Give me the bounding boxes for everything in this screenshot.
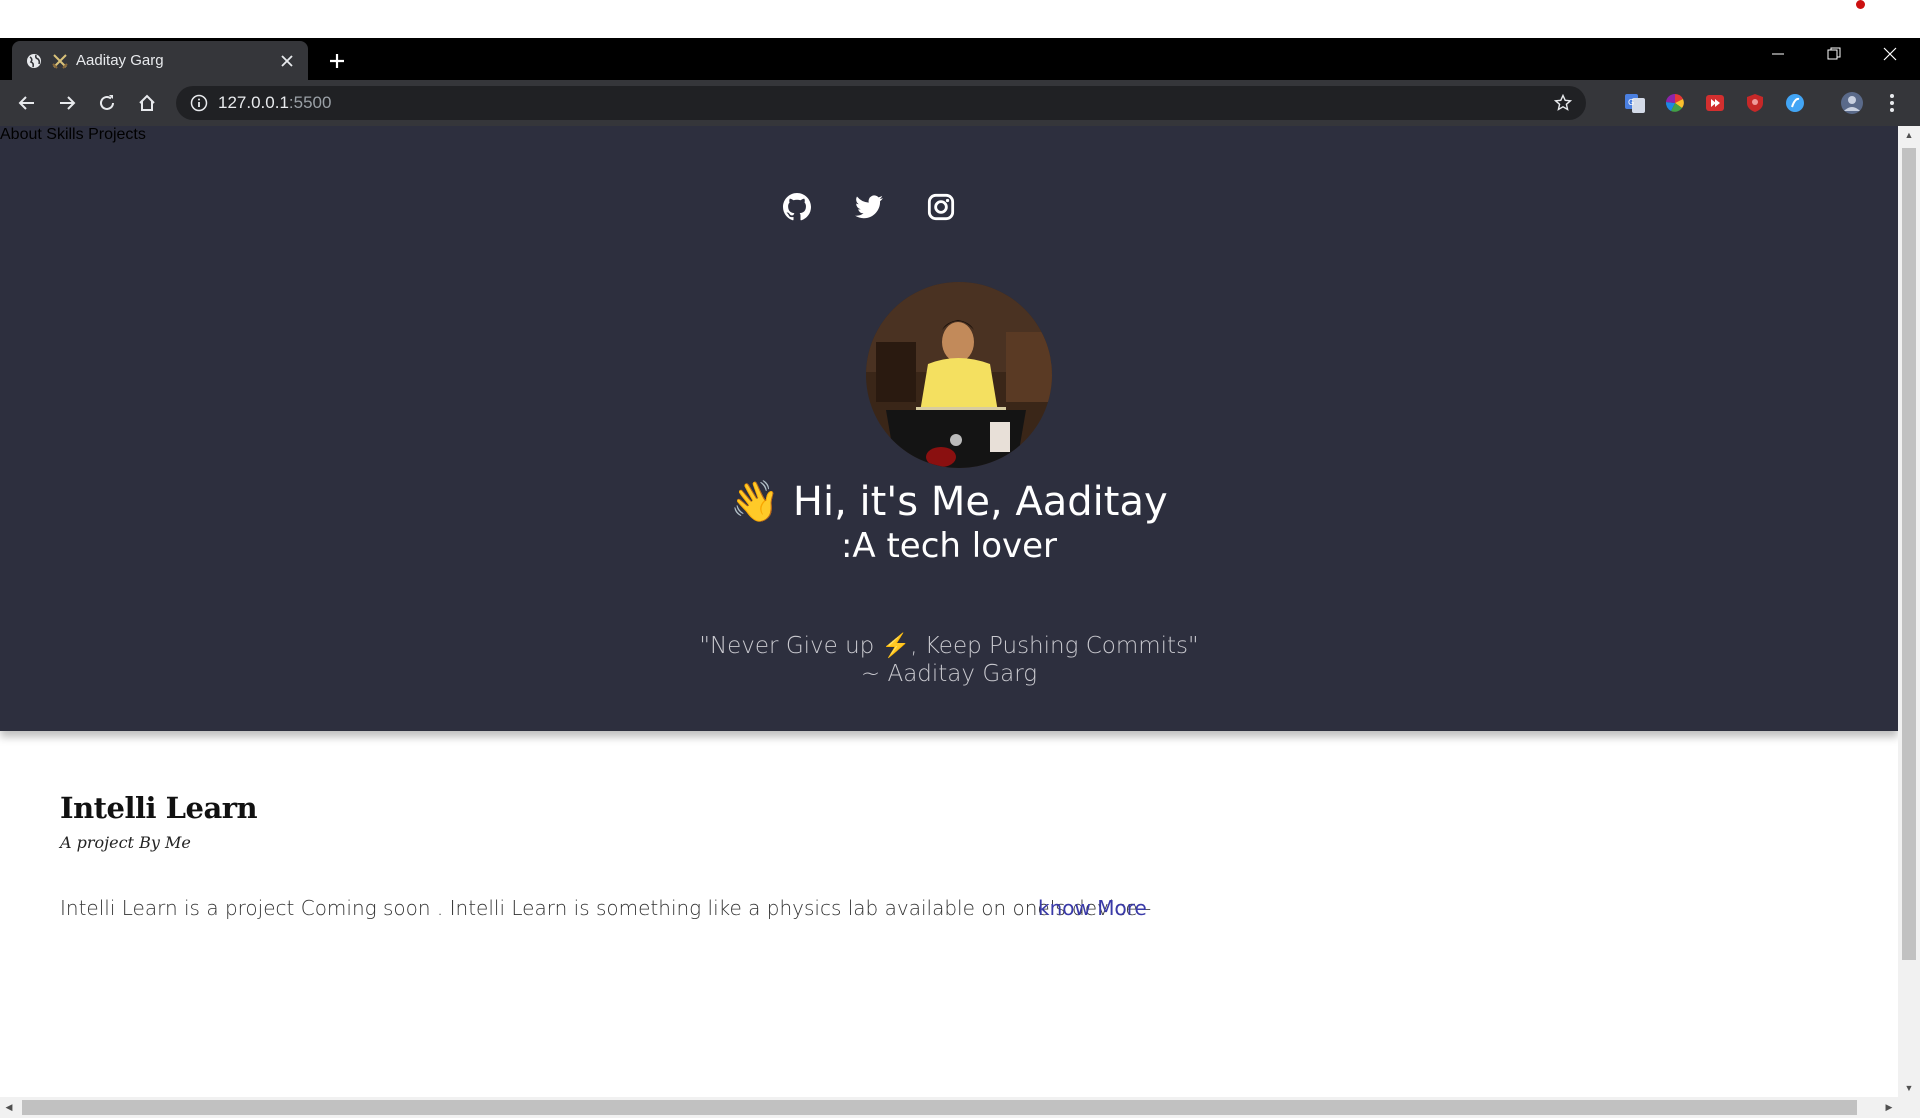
- url-host: 127.0.0.1: [218, 93, 289, 112]
- know-more-link[interactable]: know More: [1038, 896, 1147, 920]
- horizontal-scroll-thumb[interactable]: [22, 1100, 1857, 1115]
- project-description: Intelli Learn is a project Coming soon .…: [60, 896, 1152, 920]
- new-tab-button[interactable]: [324, 48, 350, 74]
- instagram-icon[interactable]: [926, 192, 956, 222]
- lightning-emoji-icon: ⚡: [881, 633, 911, 659]
- address-bar[interactable]: 127.0.0.1:5500: [176, 86, 1586, 120]
- red-play-extension-icon[interactable]: [1703, 91, 1727, 115]
- restore-button[interactable]: [1806, 38, 1862, 70]
- github-icon[interactable]: [782, 192, 812, 222]
- tab-bar: Aaditay Garg: [0, 38, 1920, 80]
- scroll-right-arrow-icon[interactable]: ▶: [1880, 1097, 1898, 1118]
- quote-text: "Never Give up ⚡, Keep Pushing Commits": [0, 632, 1898, 659]
- avatar: [866, 282, 1052, 468]
- quote-end: , Keep Pushing Commits": [910, 633, 1199, 659]
- home-icon: [139, 94, 155, 111]
- main-nav: About Skills Projects: [0, 126, 1898, 144]
- nav-skills[interactable]: Skills: [46, 126, 83, 143]
- forward-button[interactable]: [53, 89, 81, 117]
- profile-avatar-icon[interactable]: [1840, 91, 1864, 115]
- translate-extension-icon[interactable]: G: [1623, 91, 1647, 115]
- close-icon[interactable]: [278, 52, 296, 70]
- forward-arrow-icon: [60, 96, 76, 110]
- recording-dot: [1856, 0, 1865, 9]
- hero-section: About Skills Projects 👋 Hi, it's Me, Aad…: [0, 126, 1898, 731]
- home-button[interactable]: [133, 89, 161, 117]
- nav-about[interactable]: About: [0, 126, 42, 143]
- page-viewport: About Skills Projects 👋 Hi, it's Me, Aad…: [0, 126, 1898, 1097]
- back-arrow-icon: [18, 96, 34, 110]
- info-icon[interactable]: [190, 94, 208, 112]
- reload-button[interactable]: [93, 89, 121, 117]
- twitter-icon[interactable]: [854, 192, 884, 222]
- minimize-button[interactable]: [1750, 38, 1806, 70]
- shield-extension-icon[interactable]: [1743, 91, 1767, 115]
- scroll-left-arrow-icon[interactable]: ◀: [0, 1097, 18, 1118]
- horizontal-scrollbar[interactable]: ◀ ▶: [0, 1097, 1920, 1118]
- url-text: 127.0.0.1:5500: [218, 93, 331, 113]
- greeting-text: Hi, it's Me, Aaditay: [792, 479, 1168, 525]
- screen-top-strip: [0, 0, 1920, 38]
- browser-tab[interactable]: Aaditay Garg: [12, 41, 308, 80]
- back-button[interactable]: [13, 89, 41, 117]
- hero-greeting: 👋 Hi, it's Me, Aaditay: [0, 478, 1898, 525]
- crossed-swords-icon: [52, 53, 68, 69]
- tab-title: Aaditay Garg: [76, 52, 164, 69]
- svg-text:G: G: [1628, 98, 1634, 107]
- window-close-icon: [1883, 47, 1897, 61]
- quote-start: "Never Give up: [699, 633, 875, 659]
- menu-dots-icon[interactable]: [1880, 91, 1904, 115]
- vertical-scroll-thumb[interactable]: [1902, 148, 1916, 960]
- globe-icon: [26, 53, 42, 69]
- scroll-up-arrow-icon[interactable]: ▲: [1898, 126, 1920, 144]
- vertical-scrollbar[interactable]: ▲ ▼: [1898, 126, 1920, 1097]
- browser-toolbar: 127.0.0.1:5500 G: [0, 80, 1920, 126]
- scroll-down-arrow-icon[interactable]: ▼: [1898, 1079, 1920, 1097]
- blue-circle-extension-icon[interactable]: [1783, 91, 1807, 115]
- restore-icon: [1827, 47, 1841, 60]
- project-title: Intelli Learn: [60, 791, 258, 825]
- reload-icon: [100, 95, 114, 110]
- quote-author: ~ Aaditay Garg: [860, 661, 1038, 687]
- nav-projects[interactable]: Projects: [88, 126, 146, 143]
- project-subtitle: A project By Me: [60, 833, 191, 852]
- star-icon[interactable]: [1554, 94, 1572, 112]
- wave-emoji-icon: 👋: [730, 479, 781, 525]
- hero-tagline: :A tech lover: [840, 526, 1058, 566]
- plus-icon: [330, 54, 344, 68]
- minimize-icon: [1772, 53, 1784, 55]
- url-port: :5500: [288, 93, 332, 112]
- color-wheel-extension-icon[interactable]: [1663, 91, 1687, 115]
- window-close-button[interactable]: [1862, 38, 1918, 70]
